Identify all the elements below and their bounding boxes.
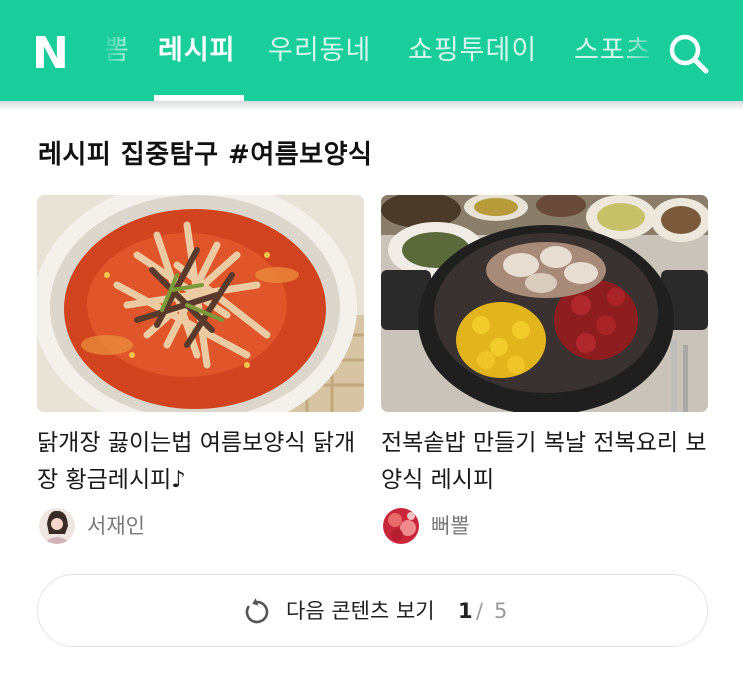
author-info[interactable]: 서재인 bbox=[37, 508, 364, 544]
tab-recipe[interactable]: 레시피 bbox=[158, 34, 236, 68]
refresh-icon bbox=[245, 598, 269, 624]
tab-shopping-today[interactable]: 쇼핑투데이 bbox=[408, 34, 537, 68]
nav-shadow bbox=[0, 101, 743, 111]
recipe-card[interactable]: 전복솥밥 만들기 복날 전복요리 보양식 레시피 뻐뽈 bbox=[381, 195, 708, 555]
category-tabs: 뽐 레시피 우리동네 쇼핑투데이 스포츠 bbox=[100, 0, 660, 101]
search-icon[interactable] bbox=[666, 31, 710, 75]
avatar-image bbox=[39, 508, 75, 544]
page-current: 1 bbox=[458, 599, 473, 623]
avatar[interactable] bbox=[383, 508, 419, 544]
next-content-button[interactable]: 다음 콘텐츠 보기 1 / 5 bbox=[37, 574, 708, 647]
page-total: 5 bbox=[494, 599, 508, 623]
card-title[interactable]: 전복솥밥 만들기 복날 전복요리 보양식 레시피 bbox=[381, 425, 708, 499]
nav-fade-left bbox=[100, 0, 136, 101]
card-title[interactable]: 닭개장 끓이는법 여름보양식 닭개장 황금레시피♪ bbox=[37, 425, 364, 499]
recipe-card[interactable]: 닭개장 끓이는법 여름보양식 닭개장 황금레시피♪ 서재인 bbox=[37, 195, 364, 555]
top-nav-bar: N 뽐 레시피 우리동네 쇼핑투데이 스포츠 bbox=[0, 0, 743, 101]
author-info[interactable]: 뻐뽈 bbox=[381, 508, 708, 544]
pot-rice-illustration bbox=[381, 195, 708, 412]
logo-letter: N bbox=[32, 32, 69, 72]
avatar[interactable] bbox=[39, 508, 75, 544]
avatar-image bbox=[383, 508, 419, 544]
naver-logo[interactable]: N bbox=[32, 32, 76, 72]
next-content-label: 다음 콘텐츠 보기 bbox=[286, 599, 435, 623]
author-name[interactable]: 서재인 bbox=[87, 510, 145, 542]
page-separator: / bbox=[476, 599, 484, 623]
author-name[interactable]: 뻐뽈 bbox=[431, 510, 470, 542]
soup-illustration bbox=[37, 195, 364, 412]
spicy-chicken-soup-image[interactable] bbox=[37, 195, 364, 412]
section-title: 레시피 집중탐구 #여름보양식 bbox=[38, 140, 373, 170]
tab-neighborhood[interactable]: 우리동네 bbox=[268, 34, 371, 68]
nav-fade-right bbox=[620, 0, 660, 101]
abalone-pot-rice-image[interactable] bbox=[381, 195, 708, 412]
